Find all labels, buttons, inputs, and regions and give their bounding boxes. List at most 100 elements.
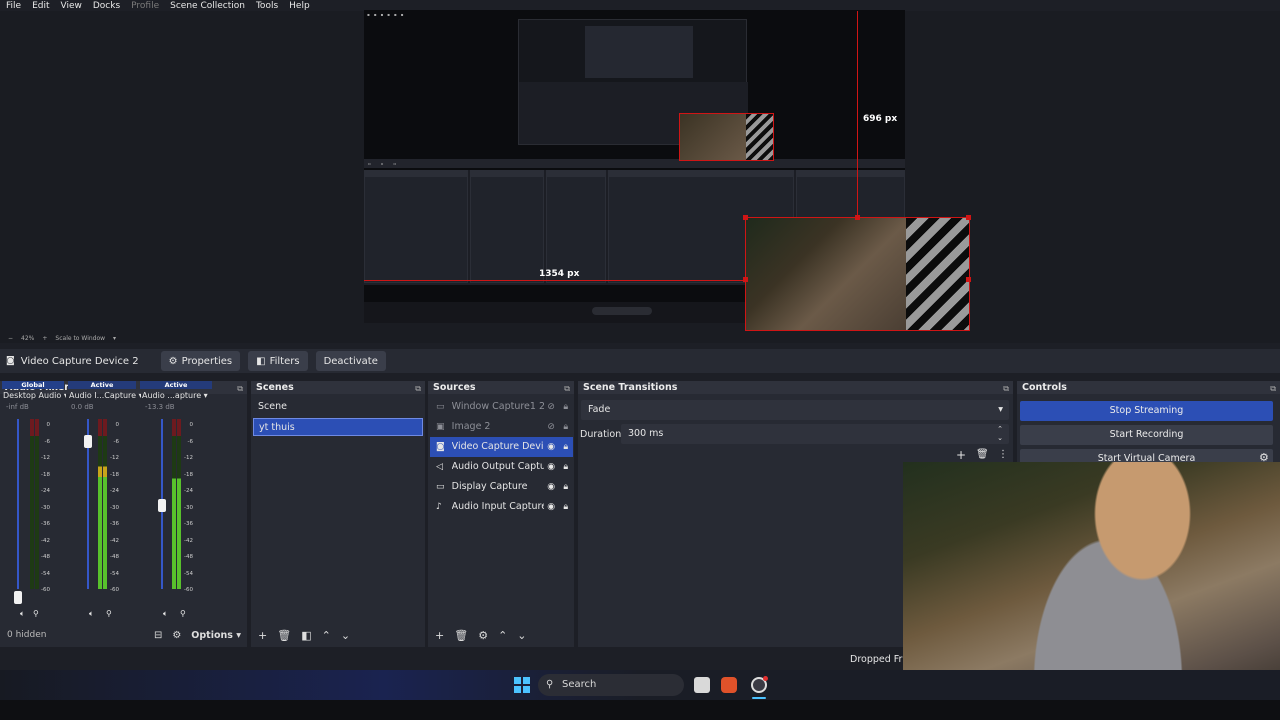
speaker-icon[interactable]: 🔈︎ [89, 609, 94, 619]
menu-edit[interactable]: Edit [32, 1, 49, 11]
move-up-icon[interactable]: ⌃ [322, 629, 331, 642]
lock-icon[interactable]: 🔒︎ [558, 477, 573, 497]
undock-icon[interactable]: ⧉ [564, 382, 570, 395]
eye-icon[interactable]: ◉ [544, 457, 559, 477]
bottom-strip [0, 700, 1280, 720]
source-audio-output-capture[interactable]: ◁ Audio Output Captur ◉ 🔒︎ [430, 457, 573, 477]
fader-knob-1[interactable] [14, 591, 22, 604]
fader-knob-3[interactable] [158, 499, 166, 512]
resize-handle-r[interactable] [966, 277, 971, 282]
sources-title: Sources ⧉ [428, 381, 574, 394]
scene-item-scene[interactable]: Scene [253, 398, 423, 416]
brave-browser-icon[interactable] [721, 677, 737, 693]
resize-handle-t[interactable] [855, 215, 860, 220]
properties-label: Properties [181, 355, 233, 367]
speaker-icon[interactable]: 🔈︎ [20, 609, 25, 619]
layout-toggle-icon[interactable]: ⊟ [154, 630, 162, 641]
add-icon[interactable]: + [258, 629, 267, 642]
advanced-audio-icon[interactable]: ⚙ [172, 630, 181, 641]
resize-handle-tr[interactable] [966, 215, 971, 220]
menu-tools[interactable]: Tools [256, 1, 278, 11]
eye-icon[interactable]: ◉ [544, 477, 559, 497]
resize-handle-l[interactable] [743, 277, 748, 282]
eye-icon[interactable]: ◉ [544, 437, 559, 457]
move-down-icon[interactable]: ⌄ [517, 629, 526, 642]
source-image[interactable]: ▣ Image 2 ⊘ 🔒︎ [430, 417, 573, 437]
spinner-icon[interactable]: ⌃ ⌄ [997, 425, 1003, 443]
eye-hidden-icon[interactable]: ⊘ [544, 417, 559, 437]
undock-icon[interactable]: ⧉ [1003, 382, 1009, 395]
db-scale-1: 0 -6 -12 -18 -24 -30 -36 -42 -48 -54 -60 [41, 422, 50, 593]
menu-profile[interactable]: Profile [131, 1, 159, 11]
zoom-in-icon[interactable]: + [42, 335, 47, 342]
menu-help[interactable]: Help [289, 1, 310, 11]
undock-icon[interactable]: ⧉ [237, 382, 243, 395]
windows-start-icon[interactable] [514, 677, 530, 693]
channel-audio-input-capture[interactable]: Audio I...Capture ▾ [69, 391, 141, 400]
lock-icon[interactable]: 🔒︎ [558, 397, 573, 417]
lock-icon[interactable]: 🔒︎ [558, 437, 573, 457]
eye-icon[interactable]: ◉ [544, 497, 559, 517]
mixer-settings-icon[interactable]: ⚲ [180, 609, 186, 618]
options-menu[interactable]: Options ▾ [191, 630, 241, 641]
zoom-out-icon[interactable]: − [8, 335, 13, 342]
mixer-settings-icon[interactable]: ⚲ [33, 609, 39, 618]
scale-mode[interactable]: Scale to Window [55, 335, 105, 342]
properties-button[interactable]: ⚙ Properties [160, 351, 241, 371]
scene-item-yt-thuis[interactable]: yt thuis [253, 418, 423, 436]
db-scale-3: 0 -6 -12 -18 -24 -30 -36 -42 -48 -54 -60 [184, 422, 193, 593]
add-icon[interactable]: + [435, 629, 444, 642]
lock-icon[interactable]: 🔒︎ [558, 497, 573, 517]
preview-zoom-bar: − 42% + Scale to Window ▾ [0, 333, 1280, 343]
scenes-title: Scenes ⧉ [251, 381, 425, 394]
undock-icon[interactable]: ⧉ [1270, 382, 1276, 395]
taskbar-search[interactable]: ⚲ Search [538, 674, 684, 696]
menu-file[interactable]: File [6, 1, 21, 11]
move-down-icon[interactable]: ⌄ [341, 629, 350, 642]
deactivate-label: Deactivate [323, 355, 378, 367]
fader-track-1[interactable] [17, 419, 19, 589]
lock-icon[interactable]: 🔒︎ [558, 417, 573, 437]
nested-source-toolbar: ▫ ▫ ▫ [364, 159, 905, 168]
undock-icon[interactable]: ⧉ [415, 382, 421, 395]
selected-source-box[interactable] [745, 217, 970, 331]
trash-icon[interactable]: 🗑︎ [454, 629, 468, 642]
speaker-icon: ◁ [436, 462, 443, 472]
filters-button[interactable]: ◧ Filters [248, 351, 308, 371]
source-toolbar: ◙ Video Capture Device 2 ⚙ Properties ◧ Fi… [0, 349, 1280, 373]
recording-dot-icon [763, 676, 768, 681]
deactivate-button[interactable]: Deactivate [315, 351, 386, 371]
lock-icon[interactable]: 🔒︎ [558, 457, 573, 477]
resize-handle-tl[interactable] [743, 215, 748, 220]
trash-icon[interactable]: 🗑︎ [976, 449, 989, 460]
menu-scene-collection[interactable]: Scene Collection [170, 1, 245, 11]
menu-view[interactable]: View [61, 1, 82, 11]
camera-icon: ◙ [436, 442, 445, 452]
add-icon[interactable]: + [956, 448, 966, 462]
start-recording-button[interactable]: Start Recording [1020, 425, 1273, 445]
transition-select[interactable]: Fade ▾ [581, 400, 1009, 420]
channel-desktop-audio[interactable]: Desktop Audio ▾ [3, 391, 66, 400]
eye-hidden-icon[interactable]: ⊘ [544, 397, 559, 417]
duration-field[interactable]: 300 ms ⌃ ⌄ [621, 424, 1009, 444]
move-up-icon[interactable]: ⌃ [498, 629, 507, 642]
gear-icon[interactable]: ⚙ [478, 629, 488, 642]
channel-db-3: -13.3 dB [145, 403, 175, 411]
source-video-capture-device[interactable]: ◙Video Capture Device ◉🔒︎ [430, 437, 573, 457]
more-options-icon[interactable]: ⋮ [998, 449, 1008, 460]
menu-docks[interactable]: Docks [93, 1, 120, 11]
channel-db-2: 0.0 dB [71, 403, 94, 411]
source-window-capture[interactable]: ▭ Window Capture1 2 ⊘ 🔒︎ [430, 397, 573, 417]
source-display-capture[interactable]: ▭ Display Capture ◉ 🔒︎ [430, 477, 573, 497]
chevron-down-icon[interactable]: ▾ [113, 335, 116, 342]
fader-knob-2[interactable] [84, 435, 92, 448]
measure-horizontal-label: 1354 px [539, 269, 580, 279]
task-view-icon[interactable] [694, 677, 710, 693]
speaker-icon[interactable]: 🔈︎ [163, 609, 168, 619]
stop-streaming-button[interactable]: Stop Streaming [1020, 401, 1273, 421]
trash-icon[interactable]: 🗑︎ [277, 629, 291, 642]
channel-audio-capture[interactable]: Audio ...apture ▾ [142, 391, 214, 400]
filter-icon[interactable]: ◧ [301, 629, 311, 642]
source-audio-input-capture[interactable]: ♪ Audio Input Capture ◉ 🔒︎ [430, 497, 573, 517]
mixer-settings-icon[interactable]: ⚲ [106, 609, 112, 618]
